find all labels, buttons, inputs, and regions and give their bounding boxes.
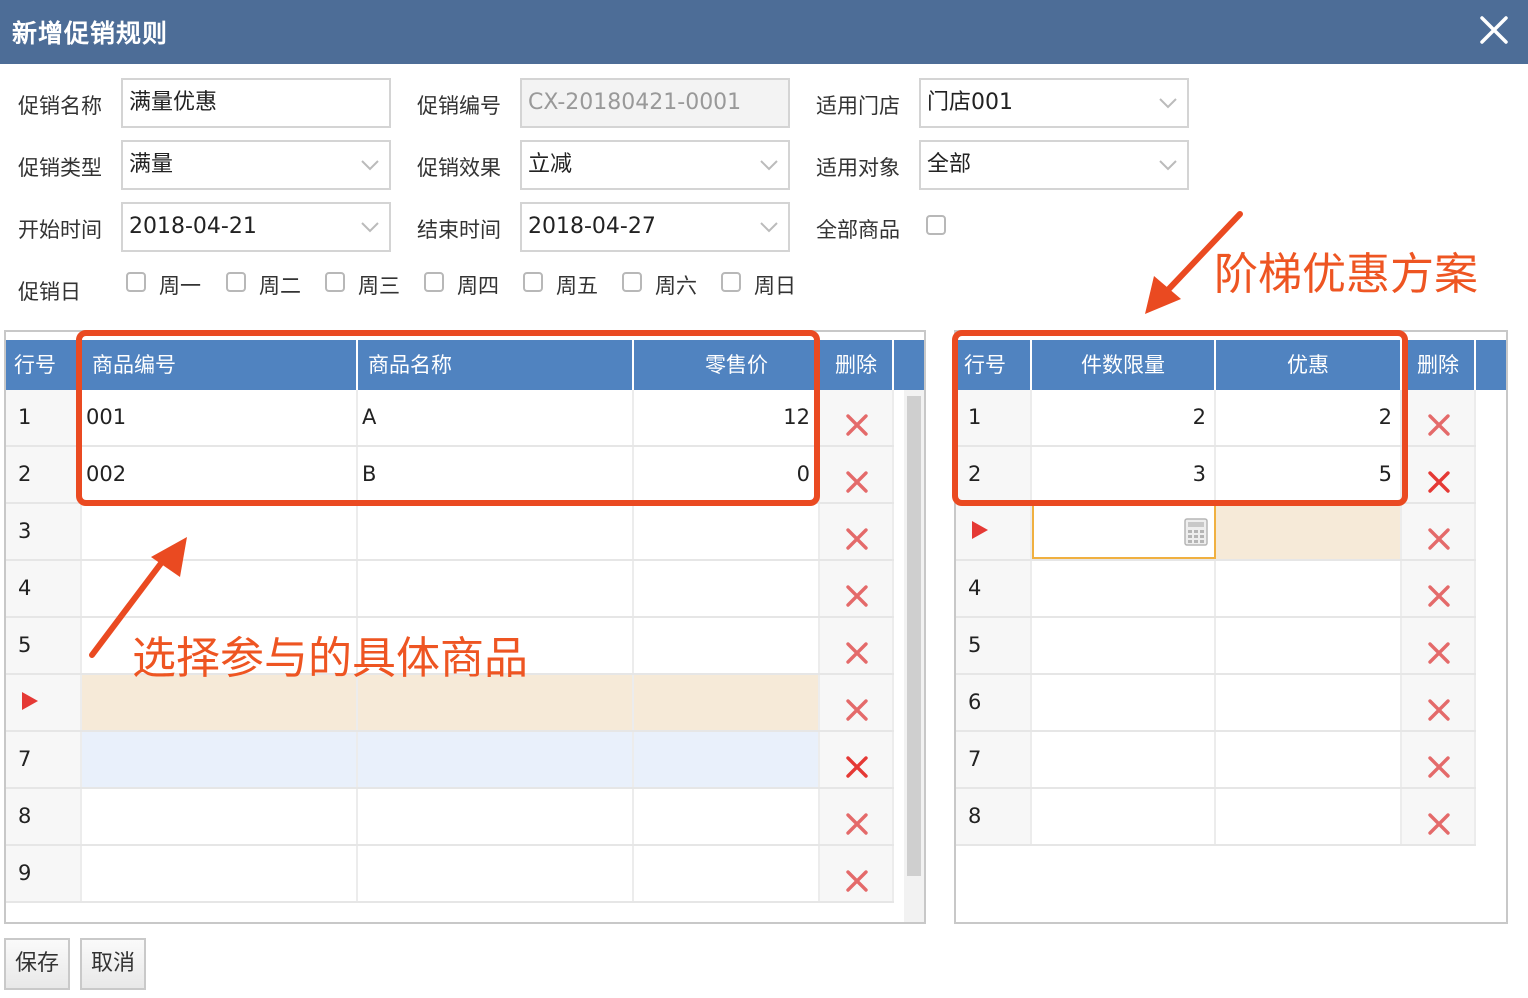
annotation-arrows	[89, 211, 1243, 658]
goods-annotation-text: 选择参与的具体商品	[132, 633, 528, 684]
save-button[interactable]: 保存	[4, 938, 70, 990]
cancel-button[interactable]: 取消	[80, 938, 146, 990]
tier-annotation-text: 阶梯优惠方案	[1214, 249, 1478, 300]
